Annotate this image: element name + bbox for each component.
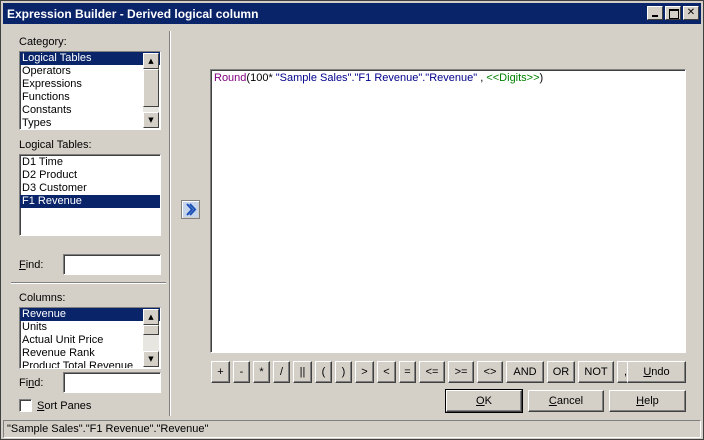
operator-button[interactable]: ) <box>335 361 352 383</box>
status-bar: "Sample Sales"."F1 Revenue"."Revenue" <box>3 420 701 438</box>
list-item[interactable]: Product Total Revenue <box>20 360 160 368</box>
operator-button[interactable]: * <box>253 361 270 383</box>
logical-tables-list[interactable]: D1 Time D2 Product D3 Customer F1 Revenue <box>19 154 161 236</box>
list-item[interactable]: D3 Customer <box>20 182 160 195</box>
close-icon[interactable]: ✕ <box>683 6 699 20</box>
list-item[interactable]: F1 Revenue <box>20 195 160 208</box>
logical-tables-label: Logical Tables: <box>19 139 92 151</box>
undo-button[interactable]: Undo <box>627 361 686 383</box>
list-item[interactable]: Operators <box>20 65 160 78</box>
find-bottom-input[interactable] <box>63 372 161 393</box>
list-item[interactable]: Units <box>20 321 160 334</box>
sort-panes-label: Sort Panes <box>37 400 92 412</box>
list-item[interactable]: Revenue Rank <box>20 347 160 360</box>
find-top-label: Find: <box>19 259 44 271</box>
expression-separator: , <box>477 72 487 84</box>
operator-button[interactable]: OR <box>547 361 575 383</box>
expression-close: ) <box>539 72 544 84</box>
category-scrollbar[interactable]: ▲ ▼ <box>143 53 159 128</box>
operator-button[interactable]: <> <box>477 361 503 383</box>
chevron-right-icon <box>183 202 198 217</box>
vertical-divider-highlight <box>170 31 171 416</box>
scroll-down-icon[interactable]: ▼ <box>143 351 159 367</box>
find-top-input[interactable] <box>63 254 161 275</box>
operator-button[interactable]: = <box>399 361 416 383</box>
operator-button[interactable]: < <box>377 361 396 383</box>
category-items: Logical Tables Operators Expressions Functi… <box>20 52 160 129</box>
ok-button[interactable]: OK <box>445 389 523 413</box>
scroll-thumb[interactable] <box>143 325 159 335</box>
expression-function: Round <box>214 72 247 84</box>
title-bar[interactable]: Expression Builder - Derived logical col… <box>3 3 701 24</box>
list-item[interactable]: Logical Tables <box>20 52 160 65</box>
status-text: "Sample Sales"."F1 Revenue"."Revenue" <box>7 423 209 435</box>
operator-button[interactable]: / <box>273 361 290 383</box>
columns-list[interactable]: Revenue Units Actual Unit Price Revenue Ran… <box>19 307 161 369</box>
logical-tables-items: D1 Time D2 Product D3 Customer F1 Revenue <box>20 155 160 208</box>
cancel-button[interactable]: Cancel <box>528 390 604 412</box>
left-divider-highlight <box>11 283 166 284</box>
scroll-down-icon[interactable]: ▼ <box>143 112 159 128</box>
expression-editor[interactable]: Round(100* "Sample Sales"."F1 Revenue"."… <box>210 69 686 353</box>
category-label: Category: <box>19 36 67 48</box>
scroll-up-icon[interactable]: ▲ <box>143 309 159 325</box>
operator-button[interactable]: > <box>355 361 374 383</box>
operator-button[interactable]: + <box>211 361 230 383</box>
list-item[interactable]: Constants <box>20 104 160 117</box>
list-item[interactable]: Actual Unit Price <box>20 334 160 347</box>
list-item[interactable]: D2 Product <box>20 169 160 182</box>
operator-button[interactable]: ( <box>315 361 332 383</box>
operator-button[interactable]: - <box>233 361 250 383</box>
operator-button[interactable]: >= <box>448 361 474 383</box>
title-bar-buttons: ✕ <box>645 6 699 20</box>
columns-label: Columns: <box>19 292 66 304</box>
category-list[interactable]: Logical Tables Operators Expressions Functi… <box>19 51 161 130</box>
maximize-icon[interactable] <box>665 6 681 20</box>
columns-scrollbar[interactable]: ▲ ▼ <box>143 309 159 367</box>
operator-button[interactable]: <= <box>419 361 445 383</box>
expression-column-ref: "Sample Sales"."F1 Revenue"."Revenue" <box>275 72 478 84</box>
insert-button[interactable] <box>181 200 200 219</box>
operator-button[interactable]: NOT <box>578 361 614 383</box>
minimize-icon[interactable] <box>647 6 663 20</box>
expression-builder-window: Expression Builder - Derived logical col… <box>0 0 704 440</box>
list-item[interactable]: Types <box>20 117 160 129</box>
list-item[interactable]: Functions <box>20 91 160 104</box>
operator-button[interactable]: AND <box>506 361 544 383</box>
list-item[interactable]: Revenue <box>20 308 160 321</box>
sort-panes-checkbox[interactable] <box>19 399 32 412</box>
operator-button[interactable]: || <box>293 361 312 383</box>
expression-open: (100* <box>246 72 276 84</box>
list-item[interactable]: D1 Time <box>20 156 160 169</box>
scroll-thumb[interactable] <box>143 69 159 107</box>
scroll-up-icon[interactable]: ▲ <box>143 53 159 69</box>
expression-placeholder: <<Digits>> <box>486 72 540 84</box>
find-bottom-label: Find: <box>19 377 44 389</box>
window-title: Expression Builder - Derived logical col… <box>7 6 259 21</box>
list-item[interactable]: Expressions <box>20 78 160 91</box>
columns-items: Revenue Units Actual Unit Price Revenue Ran… <box>20 308 160 368</box>
help-button[interactable]: Help <box>609 390 686 412</box>
